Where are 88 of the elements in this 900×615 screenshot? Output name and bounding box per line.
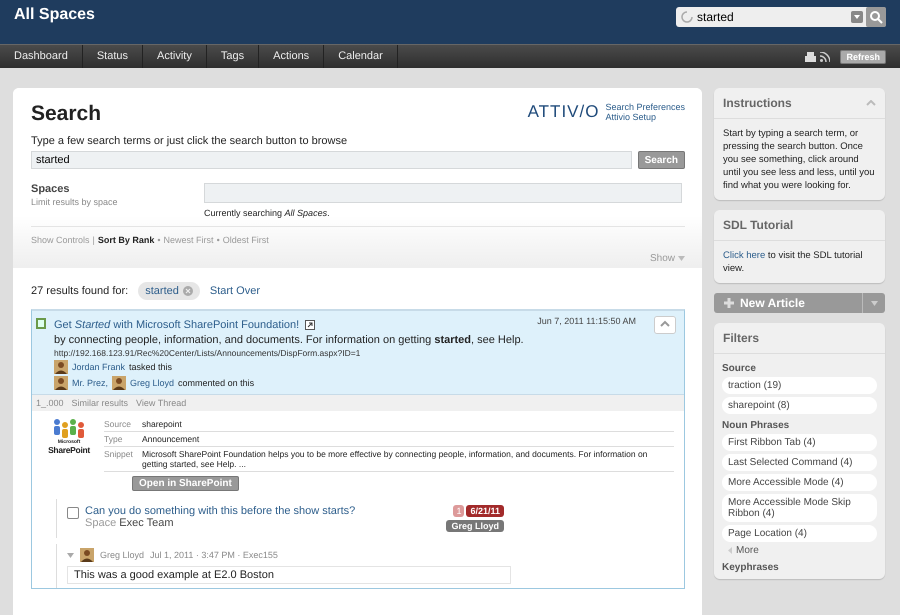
- sort-option[interactable]: Sort By Rank: [98, 235, 154, 245]
- document-icon: [36, 318, 46, 329]
- activity-text: tasked this: [129, 362, 172, 372]
- search-term-chip[interactable]: started: [138, 282, 200, 300]
- dropdown-icon[interactable]: [851, 11, 863, 23]
- assignee-badge: Greg Lloyd: [446, 520, 504, 532]
- filter-item[interactable]: Page Location (4): [722, 525, 877, 542]
- spaces-hint: Limit results by space: [31, 197, 119, 207]
- activity-text: commented on this: [178, 378, 254, 388]
- filter-item[interactable]: More Accessible Mode Skip Ribbon (4): [722, 494, 877, 522]
- field-value: Microsoft SharePoint Foundation helps you to be more effective by connecting people, information, and documents. For information on getting started, see Help. ...: [142, 449, 648, 469]
- filter-group-heading: Source: [722, 363, 757, 374]
- field-value: sharepoint: [142, 419, 182, 429]
- caret-icon[interactable]: [67, 552, 74, 558]
- comment-text: This was a good example at E2.0 Boston: [67, 566, 511, 584]
- comment-meta: Jul 1, 2011 · 3:47 PM · Exec155: [150, 550, 278, 560]
- result-url: http://192.168.123.91/Rec%20Center/Lists/Announcements/DispForm.aspx?ID=1: [54, 348, 362, 358]
- results-count: 27 results found for:: [31, 285, 128, 297]
- filter-item[interactable]: Last Selected Command (4): [722, 454, 877, 471]
- brand-logo: ATTIV/O: [528, 102, 600, 122]
- plus-icon: [724, 298, 734, 308]
- collapse-button[interactable]: [654, 316, 676, 334]
- field-label: Type: [104, 434, 124, 444]
- nav-tab[interactable]: Activity: [143, 45, 207, 68]
- result-date: Jun 7, 2011 11:15:50 AM: [537, 316, 636, 328]
- spaces-label: Spaces: [31, 183, 71, 195]
- logo-wordmark: SharePoint: [48, 445, 90, 455]
- caret-icon: [678, 256, 685, 261]
- more-link[interactable]: More: [736, 545, 759, 556]
- current-scope-text: Currently searching All Spaces.: [204, 208, 331, 218]
- field-label: Source: [104, 419, 132, 429]
- nav-tab[interactable]: Calendar: [324, 45, 398, 68]
- tutorial-link[interactable]: Click here: [723, 250, 766, 261]
- settings-link[interactable]: Search Preferences: [605, 102, 685, 112]
- task-title-link[interactable]: Can you do something with this before the show starts?: [85, 505, 440, 517]
- field-label: Snippet: [104, 449, 134, 461]
- filter-item[interactable]: traction (19): [722, 377, 877, 394]
- filter-item[interactable]: More Accessible Mode (4): [722, 474, 877, 491]
- nav-tab[interactable]: Actions: [259, 45, 324, 68]
- caret-icon[interactable]: [870, 300, 878, 306]
- search-box[interactable]: started: [676, 7, 886, 27]
- count-badge: 1: [453, 505, 464, 517]
- bullet-text: •: [157, 235, 161, 245]
- nav-tab[interactable]: Status: [82, 45, 144, 68]
- avatar-icon: [80, 548, 94, 562]
- settings-link[interactable]: Attivio Setup: [605, 112, 685, 122]
- search-input[interactable]: started: [693, 10, 851, 24]
- start-over-link[interactable]: Start Over: [210, 285, 260, 297]
- task-checkbox[interactable]: [67, 507, 79, 519]
- person-link[interactable]: Mr. Prez,: [72, 378, 108, 388]
- filter-group-heading: Noun Phrases: [722, 420, 790, 431]
- search-input[interactable]: started: [31, 151, 632, 169]
- space-name: Exec Team: [119, 517, 174, 529]
- caret-icon: [728, 547, 732, 554]
- avatar-icon: [112, 376, 126, 390]
- person-link[interactable]: Greg Lloyd: [130, 378, 174, 388]
- printer-icon[interactable]: [805, 52, 816, 62]
- search-prompt: Type a few search terms or just click the search button to browse: [31, 135, 348, 147]
- external-link-icon[interactable]: [305, 320, 316, 330]
- remove-icon[interactable]: [182, 286, 193, 296]
- bullet-text: •: [216, 235, 220, 245]
- filter-item[interactable]: First Ribbon Tab (4): [722, 434, 877, 451]
- page-title: Search: [31, 102, 102, 126]
- person-link[interactable]: Jordan Frank: [72, 362, 126, 372]
- avatar-icon: [54, 360, 68, 374]
- nav-tab[interactable]: Tags: [206, 45, 260, 68]
- spaces-field[interactable]: [204, 183, 682, 203]
- due-date-badge: 6/21/11: [466, 505, 504, 517]
- field-value: Announcement: [142, 434, 200, 444]
- instructions-text: Start by typing a search term, or pressing the search button. Once you see something, click around until you see less and less, until you find what you were looking for.: [722, 127, 876, 193]
- space-title: All Spaces: [14, 6, 95, 24]
- result-title-link[interactable]: Get Started with Microsoft SharePoint Foundation!: [54, 319, 300, 331]
- refresh-icon: [681, 11, 693, 23]
- chevron-up-icon[interactable]: [866, 100, 876, 106]
- search-icon[interactable]: [866, 7, 886, 27]
- tutorial-text: Click here to visit the SDL tutorial view.: [722, 249, 864, 276]
- panel-title: Instructions: [723, 96, 792, 110]
- filter-group-heading: Keyphrases: [722, 562, 780, 573]
- filter-item[interactable]: sharepoint (8): [722, 397, 877, 414]
- rss-icon[interactable]: [820, 52, 830, 62]
- result-snippet: by connecting people, information, and documents. For information on getting started, see Help.: [54, 334, 525, 346]
- panel-title: Filters: [723, 331, 760, 345]
- comment-author: Greg Lloyd: [100, 550, 144, 560]
- separator-text: |: [92, 235, 95, 245]
- nav-tab[interactable]: Dashboard: [0, 45, 83, 68]
- avatar-icon: [54, 376, 68, 390]
- panel-title: SDL Tutorial: [723, 218, 794, 232]
- space-label: Space: [85, 517, 116, 529]
